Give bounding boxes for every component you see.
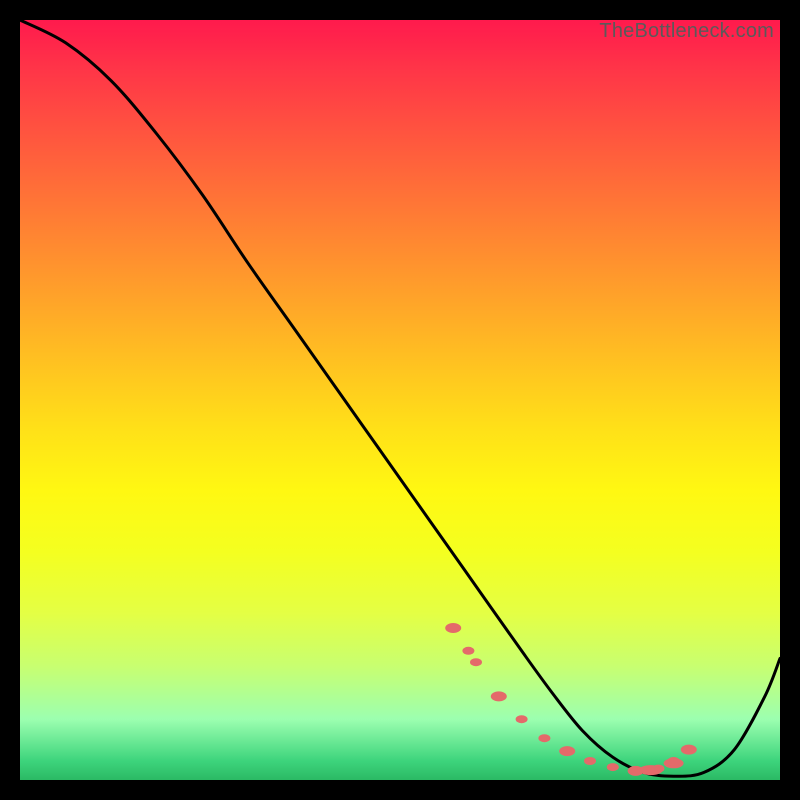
curve-layer bbox=[20, 20, 780, 780]
valley-marker bbox=[681, 745, 697, 755]
valley-marker bbox=[445, 623, 461, 633]
bottleneck-curve-path bbox=[20, 20, 780, 776]
valley-marker bbox=[462, 647, 474, 655]
valley-marker bbox=[584, 757, 596, 765]
valley-marker bbox=[516, 715, 528, 723]
valley-marker bbox=[559, 746, 575, 756]
valley-marker bbox=[607, 763, 619, 771]
watermark-text: TheBottleneck.com bbox=[599, 20, 774, 43]
valley-marker bbox=[639, 765, 663, 775]
valley-marker bbox=[470, 658, 482, 666]
valley-marker bbox=[491, 691, 507, 701]
chart-frame: TheBottleneck.com bbox=[20, 20, 780, 780]
markers-group bbox=[445, 623, 697, 776]
valley-marker bbox=[664, 758, 684, 768]
valley-marker bbox=[538, 734, 550, 742]
